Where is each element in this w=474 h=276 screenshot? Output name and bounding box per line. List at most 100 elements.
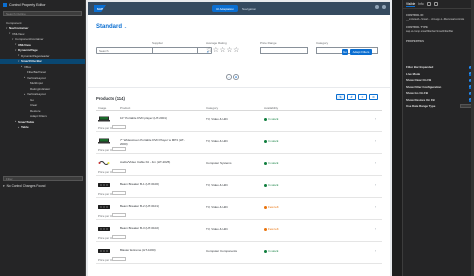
- chevron-right-icon[interactable]: ›: [375, 227, 376, 231]
- pin-header-icon[interactable]: ⊕: [233, 74, 239, 80]
- column-header-product[interactable]: Product: [120, 106, 130, 110]
- chevron-right-icon[interactable]: ›: [375, 183, 376, 187]
- price-input[interactable]: [112, 191, 126, 195]
- adapt-filters-button[interactable]: Adapt Filters: [350, 49, 372, 55]
- product-category: TV, Video & HiFi: [206, 183, 228, 187]
- tab-navigation[interactable]: Navigation: [238, 5, 260, 12]
- panel-title: Control Property Editor: [9, 2, 46, 7]
- outline-tree-item-label: VerticalLayout: [27, 75, 46, 80]
- shell-action-icon[interactable]: [375, 5, 379, 9]
- panel-gutter: [392, 0, 402, 276]
- property-label: Show Go On FB: [406, 91, 428, 96]
- control-type-value: sap.ui.comp.smartfilterbar.SmartFilterBa…: [406, 30, 454, 33]
- dynamic-page-header: Standard ⌄ Search ⌕ Supplier Average Rat…: [88, 15, 390, 87]
- product-category: TV, Video & HiFi: [206, 117, 228, 121]
- product-name: Beam Breaker B-1 (HT-6100): [120, 182, 160, 186]
- outline-tree-item-label: Restore: [30, 108, 41, 113]
- property-row: Use Date Range Type: [403, 103, 474, 110]
- smart-filter-bar: Search ⌕ Supplier Average Rating ☆☆☆☆☆ P…: [96, 41, 382, 73]
- chevron-right-icon[interactable]: ›: [375, 249, 376, 253]
- chevron-right-icon[interactable]: ›: [375, 161, 376, 165]
- tab-info[interactable]: Info: [418, 2, 423, 6]
- sort-ascending-icon[interactable]: ⇅: [336, 94, 345, 100]
- filter-label-rating: Average Rating: [206, 41, 227, 45]
- product-name: Beam Breaker B-3 (HT-6102): [120, 226, 160, 230]
- collapse-header-icon[interactable]: ‹: [226, 74, 232, 80]
- property-label: Live Mode: [406, 71, 421, 76]
- outline-tree-item[interactable]: ▸ Table: [0, 125, 85, 131]
- price-range-input[interactable]: [260, 47, 308, 54]
- properties-list: Filter Bar Expanded✓Live Mode✓Show Clear…: [403, 64, 474, 110]
- properties-tabbar: Visible Info: [403, 0, 474, 9]
- property-label: Show Clear On FB: [406, 78, 432, 83]
- product-name: Audio/Video Cable Kit - 4m (HT-2025): [120, 160, 171, 164]
- control-id-value: __xmlview1--Smart... ctrl-app-1--filters…: [406, 18, 465, 21]
- outline-tree-item-label: Clear: [30, 103, 38, 108]
- control-property-editor-panel: Control Property Editor Search Outline C…: [0, 0, 86, 276]
- status-indicator-icon: [264, 227, 267, 231]
- properties-label: PROPERTIES: [406, 39, 425, 43]
- product-category: Computer Components: [206, 249, 238, 253]
- property-label: Show Restore On FB: [406, 97, 435, 102]
- table-title: Products (114): [96, 96, 125, 101]
- price-input[interactable]: [112, 169, 126, 173]
- tab-visible[interactable]: Visible: [406, 2, 416, 7]
- outline-tree-item-label: DynamicPage: [18, 48, 38, 53]
- price-input[interactable]: [112, 147, 126, 151]
- outline-tree-item-label: Go: [30, 97, 35, 102]
- rating-indicator[interactable]: ☆☆☆☆☆: [206, 46, 240, 54]
- chevron-down-icon: ⌄: [123, 25, 127, 29]
- availability-status: In stock: [264, 183, 278, 187]
- outline-tree-item-label: Table: [21, 125, 29, 130]
- price-input[interactable]: [112, 257, 126, 261]
- product-image: [98, 204, 110, 210]
- status-indicator-icon: [264, 183, 267, 187]
- app-preview: SAP UI Adaptation Navigation Standard ⌄ …: [86, 0, 392, 276]
- price-input[interactable]: [112, 125, 126, 129]
- column-header-category[interactable]: Category: [206, 106, 218, 110]
- control-type-label: CONTROL TYPE: [406, 25, 428, 29]
- chevron-right-icon[interactable]: ›: [375, 139, 376, 143]
- product-category: TV, Video & HiFi: [206, 205, 228, 209]
- go-button[interactable]: Go: [342, 49, 348, 55]
- variant-management[interactable]: Standard ⌄: [96, 24, 127, 30]
- outline-tree-item-label: RatingIndicator: [30, 86, 51, 91]
- changes-filter-input[interactable]: Filter: [3, 176, 83, 181]
- product-name: 10" Portable DVD player (HT-2001): [120, 116, 167, 120]
- control-id-label: CONTROL ID: [406, 13, 424, 17]
- chevron-right-icon[interactable]: ›: [375, 205, 376, 209]
- supplier-input[interactable]: [152, 47, 198, 54]
- status-indicator-icon: [264, 139, 267, 143]
- chevron-down-icon: ▾: [3, 184, 5, 188]
- table-row[interactable]: 7" Widescreen Portable DVD Player w MP3 …: [96, 134, 382, 154]
- price-input[interactable]: [112, 213, 126, 217]
- status-indicator-icon: [264, 249, 267, 253]
- table-row[interactable]: Blaster Extreme (HT-1060) Computer Compon…: [96, 244, 382, 264]
- table-row[interactable]: Beam Breaker B-1 (HT-6100) TV, Video & Hi…: [96, 178, 382, 198]
- filter-label-supplier: Supplier: [152, 41, 164, 45]
- outline-tree-item-label: Adapt Filters: [30, 114, 47, 119]
- tab-ui-adaptation[interactable]: UI Adaptation: [212, 5, 239, 12]
- table-row[interactable]: Beam Breaker B-2 (HT-6101) TV, Video & Hi…: [96, 200, 382, 220]
- mode-tabs: UI Adaptation Navigation: [212, 5, 260, 12]
- group-icon[interactable]: ≡: [358, 94, 367, 100]
- table-row[interactable]: Beam Breaker B-3 (HT-6102) TV, Video & Hi…: [96, 222, 382, 242]
- table-row[interactable]: 10" Portable DVD player (HT-2001) TV, Vid…: [96, 112, 382, 132]
- column-header-availability[interactable]: Availability: [264, 106, 278, 110]
- table-row[interactable]: Audio/Video Cable Kit - 4m (HT-2025) Comp…: [96, 156, 382, 176]
- outline-search-input[interactable]: Search Outline: [3, 11, 82, 16]
- editor-logo-icon: [3, 2, 7, 7]
- chevron-right-icon[interactable]: ›: [375, 117, 376, 121]
- shell-bar: SAP UI Adaptation Navigation: [88, 2, 390, 15]
- shell-action-icon[interactable]: [382, 5, 386, 9]
- product-name: 7" Widescreen Portable DVD Player w MP3 …: [120, 138, 185, 146]
- more-icon[interactable]: [433, 2, 438, 6]
- layout-icon[interactable]: [426, 2, 431, 6]
- sort-descending-icon[interactable]: ⇵: [347, 94, 356, 100]
- price-input[interactable]: [112, 235, 126, 239]
- availability-label: Few left: [268, 205, 279, 209]
- column-header-image[interactable]: Image: [98, 106, 106, 110]
- settings-gear-icon[interactable]: ⚙: [369, 94, 378, 100]
- status-indicator-icon: [264, 117, 267, 121]
- availability-status: In stock: [264, 117, 278, 121]
